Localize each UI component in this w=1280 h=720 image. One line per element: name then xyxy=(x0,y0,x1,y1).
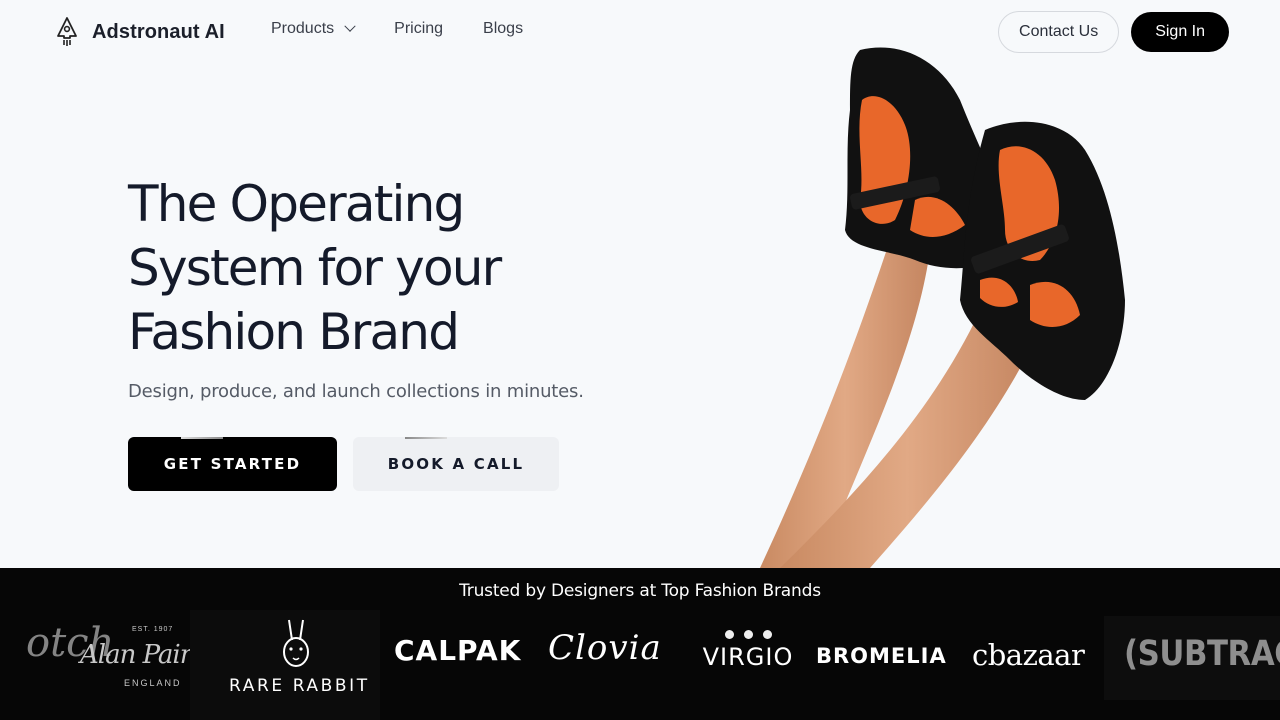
book-a-call-label: BOOK A CALL xyxy=(387,455,525,473)
nav-products-label: Products xyxy=(271,20,335,37)
trusted-brands-strip: Trusted by Designers at Top Fashion Bran… xyxy=(0,568,1280,720)
brand-logo-clovia: Clovia xyxy=(548,628,662,668)
brand-logo-subtract: (SUBTRACT xyxy=(1124,634,1280,674)
nav-pricing[interactable]: Pricing xyxy=(394,20,443,38)
hero-image-sneakers xyxy=(700,40,1140,568)
main-menu: Products Pricing Blogs xyxy=(271,20,523,38)
sign-in-button[interactable]: Sign In xyxy=(1131,12,1229,52)
hero-title: The Operating System for your Fashion Br… xyxy=(128,172,648,364)
brand-logo-cbazaar: cbazaar xyxy=(972,638,1085,672)
hero-subtitle: Design, produce, and launch collections … xyxy=(128,381,584,402)
brand-name: Adstronaut AI xyxy=(92,20,225,43)
nav-blogs[interactable]: Blogs xyxy=(483,20,523,38)
chevron-down-icon xyxy=(344,20,356,32)
button-glint xyxy=(405,437,447,439)
get-started-button[interactable]: GET STARTED xyxy=(128,437,337,491)
button-glint xyxy=(181,437,223,439)
nav-pricing-label: Pricing xyxy=(394,20,444,37)
brand-logo-calpak: CALPAK xyxy=(394,634,522,667)
hero-title-line: System for your xyxy=(128,239,502,297)
brand-logo-virgio: VIRGIO xyxy=(699,630,797,671)
get-started-label: GET STARTED xyxy=(163,455,302,473)
hero-title-line: The Operating xyxy=(128,175,465,233)
hero-title-line: Fashion Brand xyxy=(128,303,460,361)
alan-paine-est: EST. 1907 xyxy=(132,626,174,633)
brand[interactable]: Adstronaut AI xyxy=(54,16,225,48)
virgio-dots xyxy=(699,630,797,639)
rabbit-icon xyxy=(271,616,321,672)
brand-logo-rare-rabbit: RARE RABBIT xyxy=(229,616,370,700)
trusted-heading: Trusted by Designers at Top Fashion Bran… xyxy=(459,581,821,601)
virgio-text: VIRGIO xyxy=(702,643,794,671)
nav-blogs-label: Blogs xyxy=(483,20,524,37)
book-a-call-button[interactable]: BOOK A CALL xyxy=(353,437,559,491)
brand-logo-bromelia: BROMELIA xyxy=(816,644,947,668)
alan-paine-sub: ENGLAND xyxy=(124,678,182,688)
rocket-icon xyxy=(54,16,80,48)
rare-rabbit-text: RARE RABBIT xyxy=(229,676,370,696)
nav-products[interactable]: Products xyxy=(271,20,356,38)
